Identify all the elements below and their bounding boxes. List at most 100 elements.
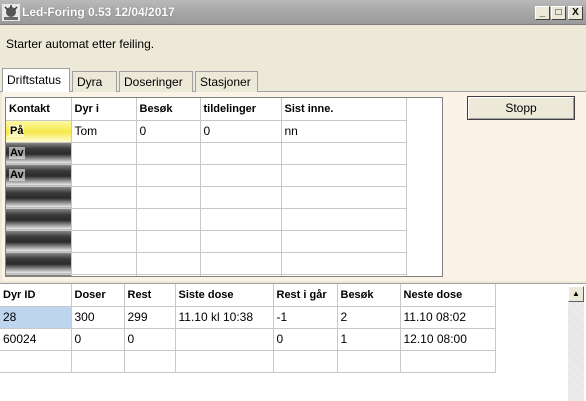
scroll-up-icon[interactable]: ▲ xyxy=(568,286,584,302)
header-doser[interactable]: Doser xyxy=(71,284,125,307)
table-cell[interactable] xyxy=(281,164,407,187)
table-row[interactable]: Av xyxy=(6,164,407,187)
table-cell[interactable]: 300 xyxy=(71,306,125,329)
table-cell[interactable] xyxy=(136,164,201,187)
table-cell[interactable] xyxy=(200,186,282,209)
table-cell[interactable] xyxy=(136,252,201,275)
table-cell[interactable] xyxy=(71,208,137,231)
table-cell[interactable] xyxy=(175,328,274,351)
tab-stasjoner[interactable]: Stasjoner xyxy=(195,71,258,92)
kontakt-cell[interactable]: Av xyxy=(6,142,72,165)
table-cell[interactable] xyxy=(136,230,201,253)
table-cell[interactable]: 11.10 kl 10:38 xyxy=(175,306,274,329)
table-row[interactable]: Av xyxy=(6,142,407,165)
tab-dyra[interactable]: Dyra xyxy=(72,71,117,92)
header-rest[interactable]: Rest xyxy=(124,284,176,307)
header-besok[interactable]: Besøk xyxy=(136,98,201,121)
table-cell[interactable] xyxy=(71,186,137,209)
table-cell[interactable] xyxy=(71,164,137,187)
table-cell[interactable] xyxy=(281,274,407,276)
table-cell[interactable]: 28 xyxy=(0,306,72,329)
table-cell[interactable]: Tom xyxy=(71,120,137,143)
table-cell[interactable] xyxy=(200,208,282,231)
table-cell[interactable]: 0 xyxy=(71,328,125,351)
table-cell[interactable] xyxy=(200,274,282,276)
table-cell[interactable]: 0 xyxy=(273,328,338,351)
table-cell[interactable] xyxy=(281,142,407,165)
kontakt-cell[interactable] xyxy=(6,208,72,231)
table-cell[interactable] xyxy=(200,164,282,187)
table-cell[interactable] xyxy=(281,252,407,275)
dose-table: Dyr ID Doser Rest Siste dose Rest i går … xyxy=(0,284,496,373)
table-row[interactable] xyxy=(6,252,407,275)
table-cell[interactable] xyxy=(0,350,72,373)
table-cell[interactable] xyxy=(71,252,137,275)
table-cell[interactable] xyxy=(136,186,201,209)
kontakt-status: Av xyxy=(9,169,25,181)
table-cell[interactable]: -1 xyxy=(273,306,338,329)
table-row[interactable] xyxy=(0,350,496,373)
table-row[interactable] xyxy=(6,186,407,209)
table-cell[interactable]: 1 xyxy=(337,328,401,351)
header-kontakt[interactable]: Kontakt xyxy=(6,98,72,121)
title-bar[interactable]: Led-Foring 0.53 12/04/2017 _ □ X xyxy=(0,0,586,25)
header-sist-inne[interactable]: Sist inne. xyxy=(281,98,407,121)
dose-grid[interactable]: Dyr ID Doser Rest Siste dose Rest i går … xyxy=(0,283,586,401)
table-cell[interactable]: 2 xyxy=(337,306,401,329)
table-cell[interactable]: 299 xyxy=(124,306,176,329)
table-row[interactable]: 28 300 299 11.10 kl 10:38 -1 2 11.10 08:02 xyxy=(0,306,496,329)
table-row[interactable] xyxy=(6,208,407,231)
table-cell[interactable]: 60024 xyxy=(0,328,72,351)
table-cell[interactable] xyxy=(273,350,338,373)
maximize-button[interactable]: □ xyxy=(551,6,566,20)
minimize-button[interactable]: _ xyxy=(535,6,550,20)
tab-driftstatus[interactable]: Driftstatus xyxy=(2,68,70,92)
table-cell[interactable]: 0 xyxy=(124,328,176,351)
table-cell[interactable] xyxy=(200,230,282,253)
table-cell[interactable]: 0 xyxy=(136,120,201,143)
table-cell[interactable] xyxy=(200,142,282,165)
table-cell[interactable] xyxy=(400,350,496,373)
kontakt-cell[interactable] xyxy=(6,186,72,209)
table-cell[interactable] xyxy=(71,142,137,165)
table-cell[interactable] xyxy=(281,208,407,231)
header-siste-dose[interactable]: Siste dose xyxy=(175,284,274,307)
kontakt-cell[interactable] xyxy=(6,252,72,275)
table-cell[interactable]: nn xyxy=(281,120,407,143)
kontakt-cell[interactable]: Av xyxy=(6,164,72,187)
table-row[interactable]: 60024 0 0 0 1 12.10 08:00 xyxy=(0,328,496,351)
table-cell[interactable] xyxy=(71,274,137,276)
table-row[interactable] xyxy=(6,274,407,276)
table-cell[interactable] xyxy=(71,350,125,373)
table-cell[interactable] xyxy=(200,252,282,275)
header-dyr-id[interactable]: Dyr ID xyxy=(0,284,72,307)
table-cell[interactable] xyxy=(136,274,201,276)
table-cell[interactable]: 12.10 08:00 xyxy=(400,328,496,351)
kontakt-cell[interactable] xyxy=(6,230,72,253)
kontakt-cell[interactable] xyxy=(6,274,72,276)
table-cell[interactable] xyxy=(124,350,176,373)
header-rest-i-gar[interactable]: Rest i går xyxy=(273,284,338,307)
table-row[interactable]: På Tom 0 0 nn xyxy=(6,120,407,143)
table-cell[interactable] xyxy=(281,186,407,209)
stop-button[interactable]: Stopp xyxy=(467,96,575,120)
header-neste-dose[interactable]: Neste dose xyxy=(400,284,496,307)
table-cell[interactable] xyxy=(136,208,201,231)
header-besok[interactable]: Besøk xyxy=(337,284,401,307)
table-cell[interactable] xyxy=(281,230,407,253)
kontakt-cell[interactable]: På xyxy=(6,120,72,143)
header-tildelinger[interactable]: tildelinger xyxy=(200,98,282,121)
close-button[interactable]: X xyxy=(568,6,583,20)
tab-doseringer[interactable]: Doseringer xyxy=(119,71,193,92)
table-cell[interactable] xyxy=(71,230,137,253)
table-cell[interactable] xyxy=(175,350,274,373)
table-row[interactable] xyxy=(6,230,407,253)
dose-scrollbar[interactable]: ▲ xyxy=(568,286,584,401)
minimize-icon: _ xyxy=(539,7,546,18)
table-cell[interactable] xyxy=(337,350,401,373)
table-cell[interactable]: 11.10 08:02 xyxy=(400,306,496,329)
table-cell[interactable] xyxy=(136,142,201,165)
header-dyr-i[interactable]: Dyr i xyxy=(71,98,137,121)
table-cell[interactable]: 0 xyxy=(200,120,282,143)
stations-grid[interactable]: Kontakt Dyr i Besøk tildelinger Sist inn… xyxy=(5,97,443,277)
